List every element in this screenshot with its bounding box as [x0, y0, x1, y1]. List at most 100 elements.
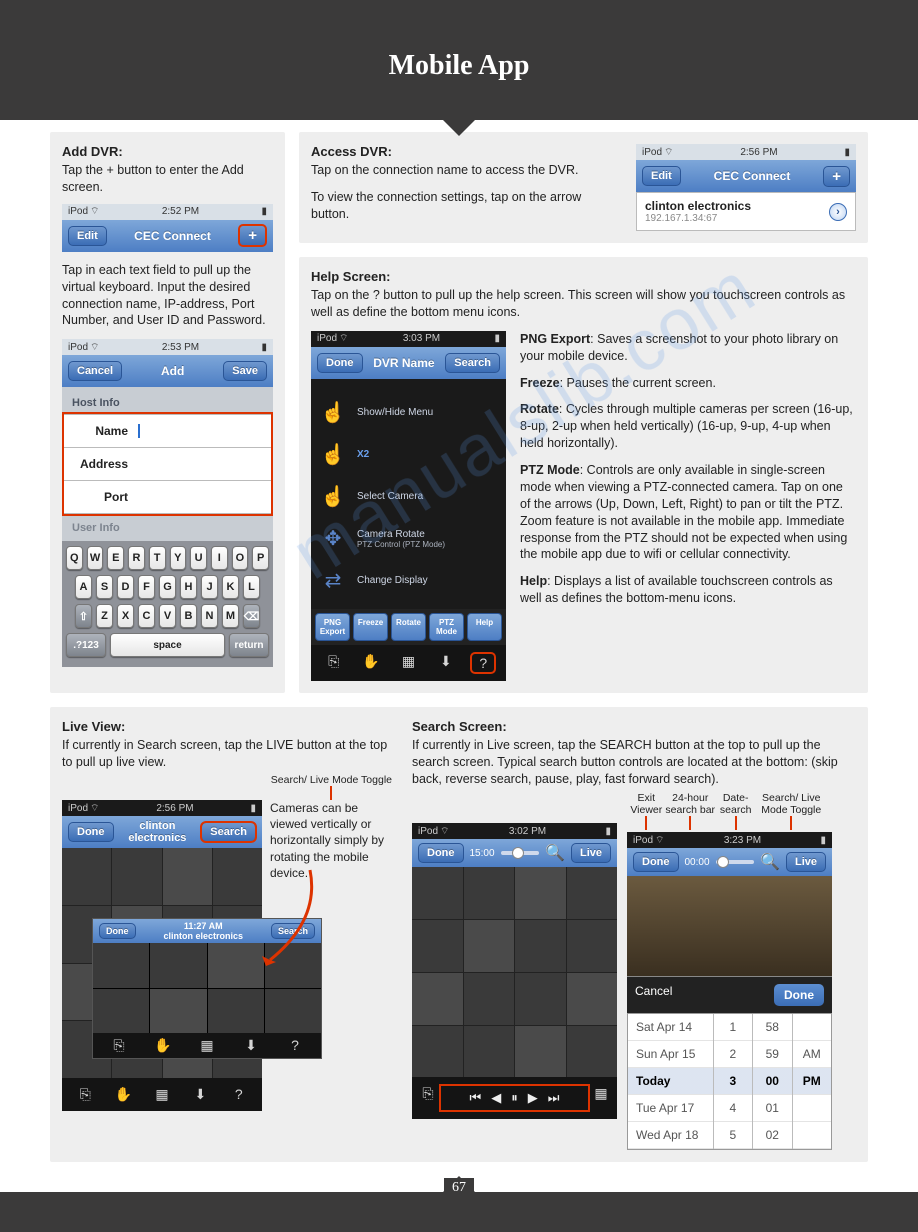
- png-export-button[interactable]: PNG Export: [315, 613, 350, 641]
- key-g[interactable]: G: [159, 575, 176, 599]
- camera-grid[interactable]: [412, 867, 617, 1077]
- key-t[interactable]: T: [149, 546, 166, 570]
- key-m[interactable]: M: [222, 604, 239, 628]
- time-slider[interactable]: [716, 860, 755, 864]
- key-x[interactable]: X: [117, 604, 134, 628]
- cancel-button[interactable]: Cancel: [68, 361, 122, 381]
- key-z[interactable]: Z: [96, 604, 113, 628]
- key-p[interactable]: P: [252, 546, 269, 570]
- done-button[interactable]: Done: [68, 822, 114, 842]
- key-h[interactable]: H: [180, 575, 197, 599]
- key-j[interactable]: J: [201, 575, 218, 599]
- key-o[interactable]: O: [232, 546, 249, 570]
- hand-icon[interactable]: ✋: [112, 1086, 136, 1103]
- key-v[interactable]: V: [159, 604, 176, 628]
- play-icon[interactable]: ▶: [528, 1090, 538, 1106]
- pause-icon[interactable]: ⏸: [511, 1090, 518, 1106]
- live-toggle-button[interactable]: Live: [571, 843, 611, 863]
- key-n[interactable]: N: [201, 604, 218, 628]
- address-field[interactable]: Address: [64, 448, 271, 481]
- search-button[interactable]: Search: [445, 353, 500, 373]
- cancel-button[interactable]: Cancel: [635, 984, 672, 1006]
- grid-icon[interactable]: ▦: [589, 1085, 613, 1111]
- key-i[interactable]: I: [211, 546, 228, 570]
- time-label: 00:00: [685, 857, 710, 868]
- done-button[interactable]: Done: [774, 984, 824, 1006]
- camera-grid[interactable]: Done 11:27 AMclinton electronics Search …: [62, 848, 262, 1078]
- page-title: Mobile App: [0, 0, 918, 82]
- hand-icon[interactable]: ✋: [151, 1037, 175, 1054]
- name-field[interactable]: Name: [64, 414, 271, 448]
- port-field[interactable]: Port: [64, 481, 271, 514]
- done-button[interactable]: Done: [99, 923, 136, 939]
- search-icon[interactable]: 🔍: [545, 843, 565, 863]
- key-e[interactable]: E: [107, 546, 124, 570]
- virtual-keyboard[interactable]: QWERTYUIOP ASDFGHJKL ⇧ ZXCVBNM ⌫ .?123 s…: [62, 541, 273, 667]
- download-icon[interactable]: ⬇: [188, 1086, 212, 1103]
- single-camera-view[interactable]: [627, 876, 832, 976]
- done-button[interactable]: Done: [317, 353, 363, 373]
- space-key[interactable]: space: [110, 633, 225, 657]
- help-icon[interactable]: ?: [471, 653, 495, 673]
- key-f[interactable]: F: [138, 575, 155, 599]
- key-w[interactable]: W: [87, 546, 104, 570]
- save-button[interactable]: Save: [223, 361, 267, 381]
- numbers-key[interactable]: .?123: [66, 633, 106, 657]
- edit-button[interactable]: Edit: [68, 226, 107, 246]
- search-phone-right: Exit Viewer 24-hour search bar Date-sear…: [627, 793, 832, 1150]
- key-y[interactable]: Y: [170, 546, 187, 570]
- battery-icon: ▮: [250, 803, 256, 814]
- ptz-mode-button[interactable]: PTZ Mode: [429, 613, 464, 641]
- wifi-icon: ⌔: [90, 205, 99, 218]
- add-button[interactable]: +: [823, 166, 850, 187]
- connection-row[interactable]: clinton electronics 192.167.1.34:67 ›: [636, 192, 856, 231]
- key-l[interactable]: L: [243, 575, 260, 599]
- reverse-icon[interactable]: ◀: [491, 1090, 501, 1106]
- date-picker: Cancel Done Sat Apr 14 Sun Apr 15 Today …: [627, 976, 832, 1150]
- chevron-right-icon[interactable]: ›: [829, 203, 847, 221]
- key-q[interactable]: Q: [66, 546, 83, 570]
- key-u[interactable]: U: [190, 546, 207, 570]
- grid-icon[interactable]: ▦: [195, 1037, 219, 1054]
- export-icon[interactable]: ⎘: [73, 1086, 97, 1103]
- key-s[interactable]: S: [96, 575, 113, 599]
- add-button[interactable]: +: [238, 224, 267, 247]
- live-toggle-button[interactable]: Live: [786, 852, 826, 872]
- rotate-button[interactable]: Rotate: [391, 613, 426, 641]
- access-dvr-text2: To view the connection settings, tap on …: [311, 189, 622, 223]
- key-r[interactable]: R: [128, 546, 145, 570]
- export-icon[interactable]: ⎘: [416, 1085, 440, 1111]
- time-slider[interactable]: [501, 851, 540, 855]
- key-c[interactable]: C: [138, 604, 155, 628]
- help-icon[interactable]: ?: [227, 1086, 251, 1103]
- rotate-gesture-icon: ✥: [319, 523, 347, 555]
- edit-button[interactable]: Edit: [642, 166, 681, 186]
- shift-key[interactable]: ⇧: [75, 604, 92, 628]
- key-d[interactable]: D: [117, 575, 134, 599]
- key-b[interactable]: B: [180, 604, 197, 628]
- wifi-icon: ⌔: [440, 825, 449, 838]
- download-icon[interactable]: ⬇: [239, 1037, 263, 1054]
- grid-icon[interactable]: ▦: [396, 653, 420, 673]
- help-button[interactable]: Help: [467, 613, 502, 641]
- search-icon[interactable]: 🔍: [760, 852, 780, 872]
- done-button[interactable]: Done: [418, 843, 464, 863]
- export-icon[interactable]: ⎘: [322, 653, 346, 673]
- search-toggle-button[interactable]: Search: [201, 822, 256, 842]
- swipe-gesture-icon: ⇄: [319, 565, 347, 597]
- return-key[interactable]: return: [229, 633, 269, 657]
- skip-back-icon[interactable]: ⏮: [470, 1090, 482, 1106]
- ios-status-bar: iPod ⌔ 2:52 PM ▮: [62, 204, 273, 220]
- key-k[interactable]: K: [222, 575, 239, 599]
- battery-icon: ▮: [605, 826, 611, 837]
- export-icon[interactable]: ⎘: [107, 1037, 131, 1054]
- key-a[interactable]: A: [75, 575, 92, 599]
- skip-forward-icon[interactable]: ⏭: [548, 1090, 560, 1106]
- hand-icon[interactable]: ✋: [359, 653, 383, 673]
- date-wheel[interactable]: Sat Apr 14 Sun Apr 15 Today Tue Apr 17 W…: [627, 1013, 832, 1150]
- download-icon[interactable]: ⬇: [434, 653, 458, 673]
- done-button[interactable]: Done: [633, 852, 679, 872]
- freeze-button[interactable]: Freeze: [353, 613, 388, 641]
- grid-icon[interactable]: ▦: [150, 1086, 174, 1103]
- delete-key[interactable]: ⌫: [243, 604, 260, 628]
